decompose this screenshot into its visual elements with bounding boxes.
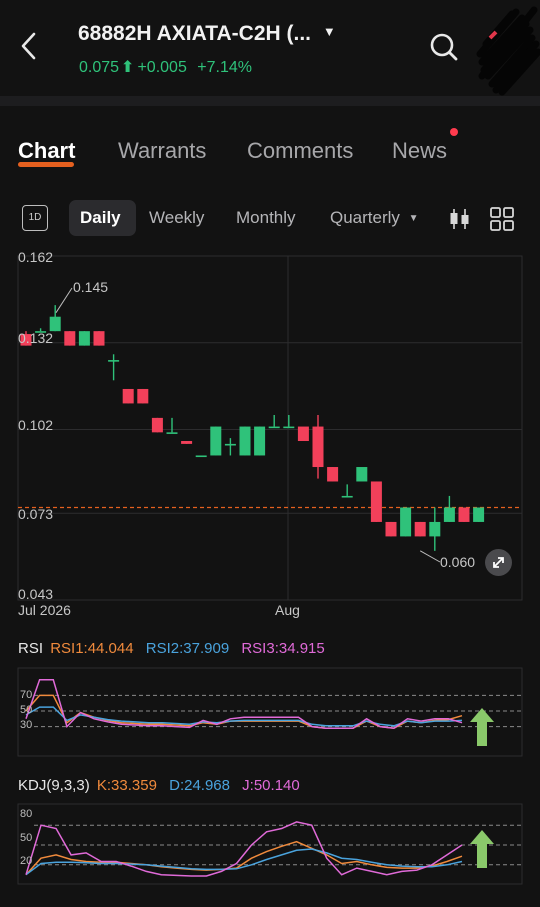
kdj-j-value: J:50.140 bbox=[242, 777, 300, 794]
max-price-leader bbox=[55, 287, 73, 313]
kdj-level-label: 80 bbox=[20, 808, 33, 820]
grid-icon bbox=[490, 207, 514, 231]
candle-body bbox=[166, 432, 178, 434]
header-divider bbox=[0, 96, 540, 106]
tab-warrants[interactable]: Warrants bbox=[118, 138, 206, 164]
candlestick-icon bbox=[450, 209, 469, 229]
candle-body bbox=[312, 426, 324, 468]
stock-title-text: 68882H AXIATA-C2H (... bbox=[78, 22, 311, 45]
candle-body bbox=[473, 507, 485, 522]
period-quarterly[interactable]: Quarterly ▼ bbox=[330, 208, 419, 228]
price-change: +0.005 bbox=[137, 59, 187, 76]
search-icon bbox=[430, 33, 458, 61]
indicator-frame bbox=[17, 667, 523, 757]
candle-body bbox=[49, 316, 61, 332]
y-tick-label: 0.102 bbox=[18, 417, 54, 433]
kdj-legend[interactable]: KDJ(9,3,3) K:33.359 D:24.968 J:50.140 bbox=[18, 777, 300, 794]
y-tick-label: 0.162 bbox=[18, 249, 54, 265]
rsi3-value: RSI3:34.915 bbox=[241, 640, 325, 657]
min-price-label: 0.060 bbox=[440, 554, 476, 570]
news-notification-dot bbox=[450, 128, 458, 136]
max-price-label: 0.145 bbox=[73, 279, 109, 295]
price-change-pct: +7.14% bbox=[197, 59, 253, 76]
rsi-level-label: 30 bbox=[20, 719, 33, 731]
fullscreen-button[interactable] bbox=[485, 549, 512, 576]
indicator-series-line bbox=[25, 840, 463, 876]
kdj-d-value: D:24.968 bbox=[169, 777, 230, 794]
rsi-label: RSI bbox=[18, 640, 44, 657]
candle-body bbox=[64, 331, 76, 346]
candle-body bbox=[122, 388, 134, 404]
kdj-label: KDJ(9,3,3) bbox=[18, 777, 90, 794]
candle-body bbox=[108, 360, 120, 362]
y-tick-label: 0.043 bbox=[18, 586, 54, 602]
rsi-legend[interactable]: RSI RSI1:44.044 RSI2:37.909 RSI3:34.915 bbox=[18, 640, 325, 657]
caret-down-icon: ▼ bbox=[408, 213, 419, 224]
candle-body bbox=[327, 467, 339, 482]
candle-body bbox=[181, 441, 193, 444]
tab-comments[interactable]: Comments bbox=[247, 138, 353, 164]
arrow-up-icon: ⬆ bbox=[121, 59, 135, 76]
candle-body bbox=[93, 331, 105, 346]
period-monthly[interactable]: Monthly bbox=[236, 208, 296, 228]
rsi-level-label: 50 bbox=[20, 704, 33, 716]
y-tick-label: 0.132 bbox=[18, 330, 54, 346]
candle-body bbox=[297, 426, 309, 442]
candle-body bbox=[370, 481, 382, 522]
candle-body bbox=[283, 426, 295, 429]
kdj-k-value: K:33.359 bbox=[96, 777, 157, 794]
candle-body bbox=[458, 507, 470, 522]
kdj-level-label: 50 bbox=[20, 832, 33, 844]
candle-body bbox=[268, 426, 280, 429]
rsi-level-label: 70 bbox=[20, 689, 33, 701]
indicator-frame bbox=[17, 803, 523, 885]
candle-body bbox=[356, 467, 368, 482]
period-daily[interactable]: Daily bbox=[80, 208, 121, 228]
kdj-chart[interactable] bbox=[0, 800, 540, 902]
tab-active-underline bbox=[18, 162, 74, 167]
indicator-series-line bbox=[25, 706, 463, 727]
candle-body bbox=[429, 521, 441, 537]
candle-body bbox=[414, 521, 426, 537]
chevron-left-icon bbox=[21, 32, 36, 60]
x-tick-label: Aug bbox=[275, 602, 300, 618]
candle-body bbox=[443, 507, 455, 522]
candle-body bbox=[239, 426, 251, 456]
tab-news[interactable]: News bbox=[392, 138, 447, 164]
price-row: 0.075 ⬆ +0.005 +7.14% bbox=[79, 57, 252, 77]
rsi-chart[interactable] bbox=[0, 664, 540, 764]
candle-body bbox=[210, 426, 222, 456]
intraday-box-label: 1D bbox=[28, 212, 42, 223]
tab-chart[interactable]: Chart bbox=[18, 138, 75, 164]
kdj-level-label: 20 bbox=[20, 855, 33, 867]
rsi2-value: RSI2:37.909 bbox=[145, 640, 230, 657]
x-tick-label: Jul 2026 bbox=[18, 602, 71, 618]
period-weekly[interactable]: Weekly bbox=[149, 208, 204, 228]
indicator-series-line bbox=[25, 694, 463, 729]
candle-body bbox=[254, 426, 266, 456]
candle-body bbox=[78, 331, 90, 346]
redacted-scribble bbox=[476, 4, 540, 96]
caret-down-icon: ▼ bbox=[322, 24, 336, 39]
period-quarterly-label: Quarterly bbox=[330, 208, 400, 227]
candle-body bbox=[195, 455, 207, 458]
intraday-box-button[interactable]: 1D bbox=[22, 205, 48, 231]
green-arrow-icon bbox=[470, 830, 494, 868]
y-tick-label: 0.073 bbox=[18, 506, 54, 522]
expand-icon bbox=[493, 557, 504, 568]
candle-body bbox=[151, 417, 163, 433]
candle-body bbox=[400, 507, 412, 537]
candle-body bbox=[341, 495, 353, 498]
candle-body bbox=[224, 443, 236, 446]
rsi1-value: RSI1:44.044 bbox=[50, 640, 134, 657]
price-value: 0.075 bbox=[79, 59, 120, 76]
candle-type-button[interactable] bbox=[448, 206, 472, 232]
candle-body bbox=[385, 521, 397, 537]
layout-grid-button[interactable] bbox=[489, 206, 515, 232]
candle-body bbox=[137, 388, 149, 404]
back-button[interactable] bbox=[14, 28, 44, 64]
min-price-leader bbox=[419, 550, 441, 563]
search-button[interactable] bbox=[428, 30, 460, 64]
stock-title[interactable]: 68882H AXIATA-C2H (... ▼ bbox=[78, 22, 336, 46]
